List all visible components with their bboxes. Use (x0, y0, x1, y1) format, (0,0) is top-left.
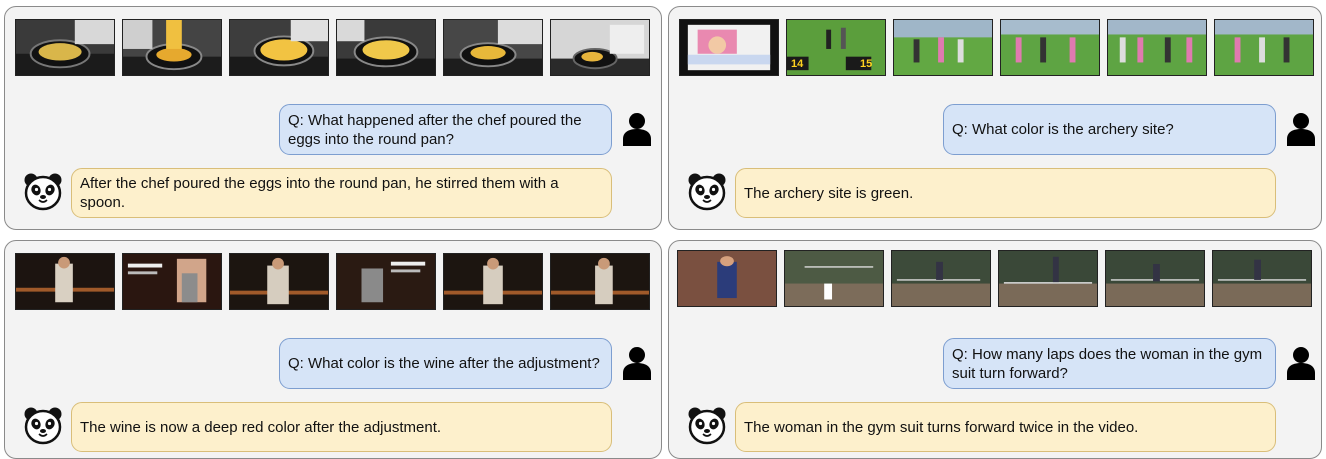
question-text: Q: How many laps does the woman in the g… (952, 345, 1263, 382)
video-frame: 14 15 (786, 19, 886, 76)
answer-bubble: The wine is now a deep red color after t… (71, 402, 612, 452)
video-frame (550, 253, 650, 310)
score-left: 14 (791, 58, 804, 70)
user-icon (622, 112, 652, 146)
video-frame (677, 250, 777, 307)
video-frame (15, 19, 115, 76)
user-icon (1286, 112, 1316, 146)
panda-icon (23, 406, 63, 446)
answer-text: The archery site is green. (744, 184, 914, 202)
user-icon (1286, 346, 1316, 380)
panda-icon (687, 172, 727, 212)
panda-icon (23, 172, 63, 212)
qa-panel-gymnastics: Q: How many laps does the woman in the g… (668, 240, 1322, 459)
question-bubble: Q: What color is the wine after the adju… (279, 338, 612, 389)
video-frame (122, 253, 222, 310)
video-frame (1000, 19, 1100, 76)
video-frame (122, 19, 222, 76)
qa-panel-archery: 14 15 Q: What color is the archery site? … (668, 6, 1322, 230)
user-icon (622, 346, 652, 380)
video-frames (15, 253, 650, 310)
answer-text: The woman in the gym suit turns forward … (744, 418, 1139, 436)
video-frame (1107, 19, 1207, 76)
qa-panel-cooking: Q: What happened after the chef poured t… (4, 6, 662, 230)
video-frame (229, 19, 329, 76)
video-frame (1212, 250, 1312, 307)
video-frame (336, 253, 436, 310)
video-frame (550, 19, 650, 76)
answer-bubble: The archery site is green. (735, 168, 1276, 218)
answer-text: After the chef poured the eggs into the … (80, 175, 559, 211)
answer-bubble: After the chef poured the eggs into the … (71, 168, 612, 218)
panda-icon (687, 406, 727, 446)
question-text: Q: What happened after the chef poured t… (288, 111, 582, 148)
question-text: Q: What color is the archery site? (952, 121, 1174, 138)
question-bubble: Q: What happened after the chef poured t… (279, 104, 612, 155)
video-frame (1105, 250, 1205, 307)
video-frame (336, 19, 436, 76)
video-frame (893, 19, 993, 76)
video-frame (891, 250, 991, 307)
video-frames (677, 250, 1312, 307)
score-right: 15 (860, 58, 873, 70)
video-frame (229, 253, 329, 310)
question-bubble: Q: How many laps does the woman in the g… (943, 338, 1276, 389)
question-bubble: Q: What color is the archery site? (943, 104, 1276, 155)
video-frame (1214, 19, 1314, 76)
video-frame (784, 250, 884, 307)
video-frame (998, 250, 1098, 307)
answer-bubble: The woman in the gym suit turns forward … (735, 402, 1276, 452)
video-frames (15, 19, 650, 76)
question-text: Q: What color is the wine after the adju… (288, 355, 600, 372)
video-frame (15, 253, 115, 310)
qa-panel-wine: Q: What color is the wine after the adju… (4, 240, 662, 459)
video-frames: 14 15 (679, 19, 1314, 76)
answer-text: The wine is now a deep red color after t… (80, 418, 442, 436)
video-frame (679, 19, 779, 76)
video-frame (443, 19, 543, 76)
video-frame (443, 253, 543, 310)
